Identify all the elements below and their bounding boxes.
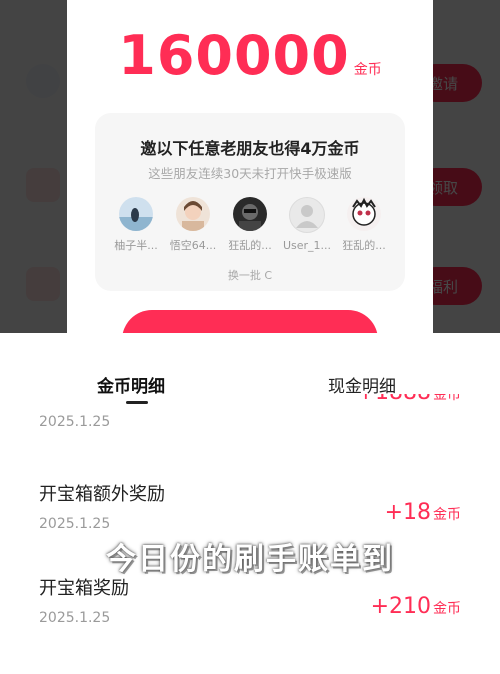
- coin-amount-unit: 金币: [353, 62, 382, 78]
- invite-card: 邀以下任意老朋友也得4万金币 这些朋友连续30天未打开快手极速版 柚子半... …: [95, 113, 405, 291]
- friend-name: 悟空64...: [169, 239, 217, 252]
- avatar: [233, 197, 267, 231]
- friend-item[interactable]: 悟空64...: [167, 197, 219, 253]
- invite-subtitle: 这些朋友连续30天未打开快手极速版: [148, 166, 352, 181]
- friend-item[interactable]: 狂乱的...: [224, 197, 276, 253]
- overlay-caption: 今日份的刷手账单到: [106, 542, 394, 577]
- invite-action-button[interactable]: [122, 310, 378, 333]
- row-title: 开宝箱额外奖励: [39, 484, 165, 505]
- friend-name: 狂乱的...: [228, 239, 272, 252]
- list-item: 开宝箱奖励 2025.1.25 +210 金币: [19, 574, 481, 674]
- coin-amount-value: 160000: [118, 24, 350, 87]
- row-date: 2025.1.25: [39, 414, 111, 430]
- invite-title: 邀以下任意老朋友也得4万金币: [140, 139, 360, 158]
- friend-name: User_1...: [282, 239, 332, 252]
- friend-item[interactable]: 狂乱的...: [338, 197, 390, 253]
- row-amount: +210 金币: [370, 594, 461, 619]
- refresh-button[interactable]: 换一批 C: [95, 267, 405, 283]
- detail-sheet: 金币明细 现金明细 +1888金币 2025.1.25 开宝箱额外奖励 2025…: [19, 356, 481, 667]
- row-date: 2025.1.25: [39, 516, 111, 532]
- list-item: +1888金币 2025.1.25: [19, 394, 481, 434]
- friend-item[interactable]: 柚子半...: [110, 197, 162, 253]
- row-amount: +1888金币: [357, 394, 461, 405]
- coin-amount: 160000 金币: [67, 24, 433, 87]
- avatar: [176, 197, 210, 231]
- friend-name: 柚子半...: [114, 239, 158, 252]
- friend-name: 狂乱的...: [342, 239, 386, 252]
- default-avatar-icon: [289, 197, 325, 233]
- friend-item[interactable]: User_1...: [281, 197, 333, 252]
- row-amount: +18 金币: [384, 500, 461, 525]
- row-date: 2025.1.25: [39, 610, 111, 626]
- reward-modal: 160000 金币 邀以下任意老朋友也得4万金币 这些朋友连续30天未打开快手极速…: [67, 0, 433, 333]
- avatar: [119, 197, 153, 231]
- avatar: [347, 197, 381, 231]
